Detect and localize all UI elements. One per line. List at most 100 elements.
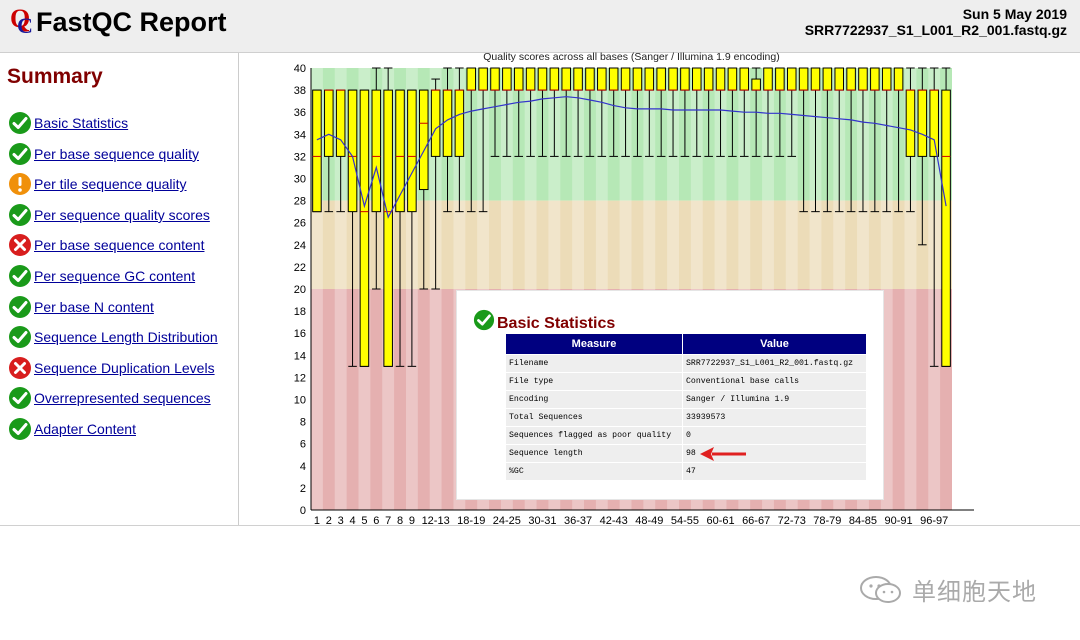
watermark: 单细胞天地 <box>858 572 1037 607</box>
summary-sidebar: Summary Basic Statistics Per base sequenc… <box>0 53 239 525</box>
y-tick-label: 18 <box>294 306 306 318</box>
box <box>430 89 441 157</box>
measure-cell: Sequence length <box>505 444 683 463</box>
basic-statistics-heading: Basic Statistics <box>473 307 615 333</box>
y-tick-label: 16 <box>294 328 306 340</box>
pass-icon <box>9 295 31 318</box>
y-tick-label: 30 <box>294 174 306 186</box>
box <box>395 89 405 213</box>
y-tick-label: 34 <box>294 129 306 141</box>
box <box>597 67 607 91</box>
summary-title: Summary <box>7 65 103 88</box>
table-row: %GC 47 <box>505 462 867 481</box>
pass-icon <box>9 387 31 410</box>
y-tick-label: 20 <box>294 284 306 296</box>
sidebar-item-link[interactable]: Basic Statistics <box>34 115 128 131</box>
sidebar-item-sequence-length-distribution[interactable]: Sequence Length Distribution <box>8 324 218 350</box>
sidebar-item-link[interactable]: Per sequence quality scores <box>34 207 210 223</box>
red-arrow-icon <box>700 447 746 461</box>
y-tick-label: 32 <box>294 151 306 163</box>
pass-icon <box>9 142 31 165</box>
svg-text:C: C <box>17 13 33 35</box>
sidebar-item-link[interactable]: Overrepresented sequences <box>34 390 211 406</box>
box <box>454 89 465 157</box>
y-tick-label: 6 <box>300 439 306 451</box>
box <box>941 89 951 367</box>
table-row: File type Conventional base calls <box>505 372 867 391</box>
fastqc-logo-icon: Q C <box>10 5 33 35</box>
box <box>715 67 726 91</box>
y-tick-label: 4 <box>300 461 306 473</box>
box <box>810 67 821 91</box>
box <box>917 89 928 157</box>
box <box>798 67 809 91</box>
pass-icon <box>473 309 495 331</box>
sidebar-item-link[interactable]: Sequence Duplication Levels <box>34 360 215 376</box>
box <box>312 89 322 213</box>
sidebar-item-overrepresented-sequences[interactable]: Overrepresented sequences <box>8 385 211 411</box>
y-tick-label: 2 <box>300 483 306 495</box>
report-header: Q C FastQC Report Sun 5 May 2019 SRR7722… <box>0 0 1080 53</box>
sidebar-item-link[interactable]: Sequence Length Distribution <box>34 329 218 345</box>
sidebar-item-per-tile-sequence-quality[interactable]: Per tile sequence quality <box>8 171 187 197</box>
table-row: Sequence length 98 <box>505 444 867 463</box>
y-tick-label: 36 <box>294 107 306 119</box>
box <box>537 67 548 91</box>
sidebar-item-adapter-content[interactable]: Adapter Content <box>8 416 136 442</box>
box <box>834 67 845 91</box>
measure-cell: Filename <box>505 354 683 373</box>
box <box>751 78 761 91</box>
box <box>407 89 417 213</box>
y-tick-label: 12 <box>294 372 306 384</box>
box <box>870 67 880 91</box>
sidebar-item-basic-statistics[interactable]: Basic Statistics <box>8 110 128 136</box>
sidebar-item-link[interactable]: Per sequence GC content <box>34 268 195 284</box>
box <box>442 89 453 157</box>
wechat-logo-icon <box>860 575 901 603</box>
sidebar-item-link[interactable]: Per base sequence quality <box>34 146 199 162</box>
sidebar-item-per-base-n-content[interactable]: Per base N content <box>8 294 154 320</box>
pass-icon <box>9 112 31 134</box>
box <box>703 67 714 91</box>
box <box>680 67 690 91</box>
measure-cell: Sequences flagged as poor quality <box>505 426 683 445</box>
value-cell: Conventional base calls <box>682 372 867 391</box>
sidebar-item-sequence-duplication-levels[interactable]: Sequence Duplication Levels <box>8 355 215 381</box>
report-date: Sun 5 May 2019 <box>962 6 1067 22</box>
basic-statistics-panel: Basic Statistics Measure Value Filename S… <box>456 290 884 500</box>
box <box>846 67 856 91</box>
sidebar-item-link[interactable]: Adapter Content <box>34 421 136 437</box>
sidebar-item-link[interactable]: Per base N content <box>34 299 154 315</box>
box <box>905 89 916 157</box>
sidebar-item-per-base-sequence-quality[interactable]: Per base sequence quality <box>8 141 199 167</box>
box <box>822 67 833 91</box>
y-tick-label: 28 <box>294 196 306 208</box>
box <box>644 67 655 91</box>
value-cell: Sanger / Illumina 1.9 <box>682 390 867 409</box>
chart-title: Quality scores across all bases (Sanger … <box>483 51 779 63</box>
pass-icon <box>9 418 31 440</box>
table-row: Sequences flagged as poor quality 0 <box>505 426 867 445</box>
sidebar-item-link[interactable]: Per base sequence content <box>34 237 204 253</box>
box <box>466 67 477 91</box>
basic-statistics-title: Basic Statistics <box>497 315 616 332</box>
sidebar-item-per-base-sequence-content[interactable]: Per base sequence content <box>8 232 204 258</box>
y-tick-label: 38 <box>294 85 306 97</box>
footer-divider <box>0 525 1080 526</box>
box <box>620 67 631 91</box>
y-tick-label: 24 <box>294 240 306 252</box>
sidebar-item-link[interactable]: Per tile sequence quality <box>34 176 187 192</box>
box <box>656 67 666 91</box>
sidebar-item-per-sequence-gc-content[interactable]: Per sequence GC content <box>8 263 195 289</box>
box <box>383 89 393 367</box>
measure-header: Measure <box>505 333 683 355</box>
box <box>727 67 738 91</box>
box <box>585 67 595 91</box>
pass-icon <box>9 326 31 349</box>
box <box>893 67 904 91</box>
fail-icon <box>9 234 31 257</box>
y-tick-label: 14 <box>294 350 306 362</box>
sidebar-item-per-sequence-quality-scores[interactable]: Per sequence quality scores <box>8 202 210 228</box>
box <box>763 67 773 91</box>
measure-cell: Encoding <box>505 390 683 409</box>
